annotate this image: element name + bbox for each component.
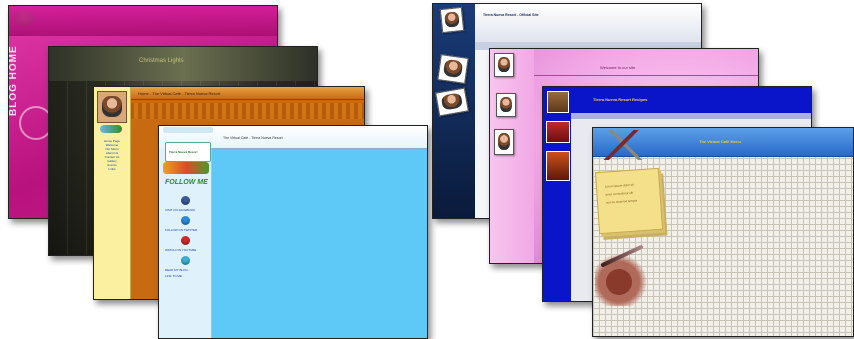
banner-text: Tierra Nueva Resort — [169, 150, 198, 154]
header-title: Tierra Nueva Resort Recipes — [593, 97, 648, 102]
header-title: The Virtual Café - Tierra Nueva Resort — [223, 136, 283, 140]
header-underline — [571, 113, 811, 119]
nav-link[interactable]: WATCH ON YOUTUBE — [165, 248, 196, 252]
page-tab — [163, 127, 213, 133]
header-title: Tierra Nueva Resort - Official Site — [483, 13, 539, 17]
left-bar — [543, 87, 571, 301]
thumb-3 — [546, 151, 570, 181]
header-bar — [475, 4, 701, 44]
sidebar-link[interactable]: Links — [97, 167, 127, 171]
banner-box: Tierra Nueva Resort — [165, 142, 211, 162]
top-bar — [543, 87, 811, 113]
nav-link[interactable]: FOLLOW ON TWITTER — [165, 228, 197, 232]
face-image — [440, 92, 463, 111]
header-title: Home - The Virtual Café - Tierra Nueva R… — [138, 91, 221, 96]
sidebar-logo — [100, 125, 122, 133]
follow-heading: FOLLOW ME — [165, 179, 208, 186]
photo-frame-1 — [439, 6, 465, 34]
photo-frame-2 — [496, 93, 516, 117]
face-image — [497, 132, 511, 150]
sticky-notes: Lorem ipsum dolor sit amet consectetur e… — [594, 167, 664, 235]
sidebar-links: Home Page Welcome Our Menu About Us Cont… — [97, 139, 127, 171]
nav-link[interactable]: VISIT ON FACEBOOK — [165, 208, 195, 212]
face-image — [442, 58, 464, 78]
photo-frame-2 — [437, 54, 469, 84]
face-image — [497, 56, 511, 73]
photo-frame-1 — [494, 53, 514, 77]
decor-fruit — [163, 162, 209, 174]
left-panel — [490, 49, 534, 263]
thumb-2 — [546, 121, 570, 143]
youtube-icon[interactable] — [181, 236, 190, 245]
screenshot-card-8: The Virtual Café Menu Lorem ipsum dolor … — [592, 127, 854, 337]
profile-photo — [97, 91, 127, 123]
face-image — [444, 10, 460, 28]
twitter-icon[interactable] — [181, 216, 190, 225]
header-title: Christmas Lights — [139, 58, 184, 64]
note-line: amet consectetur elit — [605, 190, 634, 197]
nav-link[interactable]: LINK TO ME — [165, 274, 182, 278]
header-banner — [49, 47, 317, 81]
tools-decoration — [597, 130, 657, 160]
face-image — [102, 95, 122, 117]
facebook-icon[interactable] — [181, 196, 190, 205]
nav-link[interactable]: READ MY BLOG — [165, 268, 188, 272]
orange-stripe — [130, 103, 364, 119]
header-title: Welcome to our site — [600, 65, 636, 70]
photo-frame-3 — [494, 129, 514, 155]
photo-frame-3 — [435, 87, 469, 117]
blog-icon[interactable] — [181, 256, 190, 265]
vertical-blog-title: BLOG HOME — [8, 45, 19, 116]
face-image — [499, 96, 513, 113]
header-line — [534, 75, 758, 76]
note-line: Lorem ipsum dolor sit — [604, 182, 634, 189]
header-title: The Virtual Café Menu — [699, 139, 741, 144]
header-stripe — [9, 6, 277, 36]
note-line: sed do eiusmod tempor — [605, 198, 638, 205]
thumb-1 — [547, 91, 569, 113]
screenshot-card-4: The Virtual Café - Tierra Nueva Resort T… — [158, 125, 428, 339]
